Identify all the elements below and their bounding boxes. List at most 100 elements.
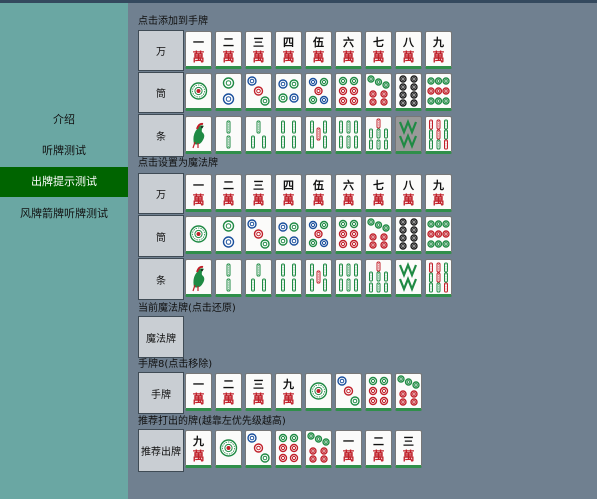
add-tile-tong-6[interactable] — [335, 73, 362, 111]
magic-tile-tong-2[interactable] — [215, 216, 242, 254]
add-tile-tong-3[interactable] — [245, 73, 272, 111]
wan-character: 萬 — [192, 449, 205, 463]
tiao-1-face-icon — [192, 122, 205, 149]
tiao-4-face-icon — [281, 120, 296, 149]
recommend-tile-wan-2[interactable]: 二萬 — [365, 430, 392, 468]
recommend-tile-tong-7[interactable] — [305, 430, 332, 468]
add-tile-tong-4[interactable] — [275, 73, 302, 111]
magic-tile-wan-8[interactable]: 八萬 — [395, 174, 422, 212]
magic-tile-tiao-6[interactable] — [335, 259, 362, 297]
hand-tile-wan-9[interactable]: 九萬 — [275, 373, 302, 411]
recommend-label: 推荐出牌 — [138, 429, 184, 472]
add-tile-wan-6[interactable]: 六萬 — [335, 31, 362, 69]
magic-tile-tiao-4[interactable] — [275, 259, 302, 297]
magic-tile-tong-9[interactable] — [425, 216, 452, 254]
tong-1-face-icon — [189, 225, 208, 243]
hand-tile-tong-7[interactable] — [395, 373, 422, 411]
magic-tile-wan-5[interactable]: 伍萬 — [305, 174, 332, 212]
hand-title: 手牌8(点击移除) — [138, 359, 213, 370]
magic-tile-tong-3[interactable] — [245, 216, 272, 254]
add-tile-wan-9[interactable]: 九萬 — [425, 31, 452, 69]
tong-9-face-icon — [427, 220, 450, 248]
wan-character: 萬 — [342, 449, 355, 463]
magic-tile-wan-1[interactable]: 一萬 — [185, 174, 212, 212]
add-tile-tong-2[interactable] — [215, 73, 242, 111]
tiao-9-face-icon — [429, 262, 448, 293]
magic-tile-tiao-2[interactable] — [215, 259, 242, 297]
wan-character: 萬 — [342, 193, 355, 207]
add-tile-wan-2[interactable]: 二萬 — [215, 31, 242, 69]
magic-tile-tong-5[interactable] — [305, 216, 332, 254]
recommend-tile-tong-6[interactable] — [275, 430, 302, 468]
magic-tile-tong-1[interactable] — [185, 216, 212, 254]
hand-tile-tong-6[interactable] — [365, 373, 392, 411]
add-tile-wan-8[interactable]: 八萬 — [395, 31, 422, 69]
magic-tile-wan-2[interactable]: 二萬 — [215, 174, 242, 212]
magic-tile-tiao-7[interactable] — [365, 259, 392, 297]
add-tile-tong-9[interactable] — [425, 73, 452, 111]
magic-tile-tiao-1[interactable] — [185, 259, 212, 297]
tong-2-face-icon — [222, 220, 235, 248]
magic-tile-tiao-8[interactable] — [395, 259, 422, 297]
add-tile-tiao-7[interactable] — [365, 116, 392, 154]
hand-tile-tong-1[interactable] — [305, 373, 332, 411]
hand-tile-tong-3[interactable] — [335, 373, 362, 411]
recommend-tile-wan-1[interactable]: 一萬 — [335, 430, 362, 468]
wan-character: 萬 — [222, 392, 235, 406]
add-tile-wan-7[interactable]: 七萬 — [365, 31, 392, 69]
tong-3-face-icon — [247, 76, 270, 106]
magic-tile-tiao-5[interactable] — [305, 259, 332, 297]
add-tile-tiao-1[interactable] — [185, 116, 212, 154]
sidebar-item-ting-test[interactable]: 听牌测试 — [0, 136, 128, 166]
add-tile-tong-8[interactable] — [395, 73, 422, 111]
magic-tile-tong-8[interactable] — [395, 216, 422, 254]
hand-tile-wan-3[interactable]: 三萬 — [245, 373, 272, 411]
add-tile-tong-1[interactable] — [185, 73, 212, 111]
hand-tile-wan-1[interactable]: 一萬 — [185, 373, 212, 411]
magic-tile-wan-9[interactable]: 九萬 — [425, 174, 452, 212]
add-tile-wan-1[interactable]: 一萬 — [185, 31, 212, 69]
magic-tile-tiao-3[interactable] — [245, 259, 272, 297]
wan-character: 萬 — [312, 50, 325, 64]
tong-9-face-icon — [427, 77, 450, 105]
sidebar-item-honor-ting-test[interactable]: 风牌箭牌听牌测试 — [0, 199, 128, 229]
recommend-tile-tong-1[interactable] — [215, 430, 242, 468]
magic-tile-tong-4[interactable] — [275, 216, 302, 254]
current-magic-slot[interactable]: 魔法牌 — [138, 316, 184, 358]
magic-tile-wan-7[interactable]: 七萬 — [365, 174, 392, 212]
sidebar-item-discard-hint-test[interactable]: 出牌提示测试 — [0, 167, 128, 197]
recommend-title: 推荐打出的牌(越靠左优先级越高) — [138, 416, 286, 427]
add-tile-tong-5[interactable] — [305, 73, 332, 111]
add-tile-tiao-3[interactable] — [245, 116, 272, 154]
add-tile-tiao-8[interactable] — [395, 116, 422, 154]
add-tile-tiao-9[interactable] — [425, 116, 452, 154]
magic-tile-wan-3[interactable]: 三萬 — [245, 174, 272, 212]
recommend-tile-wan-9[interactable]: 九萬 — [185, 430, 212, 468]
add-tile-tiao-4[interactable] — [275, 116, 302, 154]
magic-section-title: 点击设置为魔法牌 — [138, 158, 218, 169]
add-tile-wan-4[interactable]: 四萬 — [275, 31, 302, 69]
add-tile-wan-3[interactable]: 三萬 — [245, 31, 272, 69]
tiao-2-face-icon — [226, 263, 231, 292]
tong-1-face-icon — [189, 82, 208, 100]
add-tile-tiao-2[interactable] — [215, 116, 242, 154]
wan-character: 萬 — [192, 392, 205, 406]
hand-tile-wan-2[interactable]: 二萬 — [215, 373, 242, 411]
sidebar-item-intro[interactable]: 介绍 — [0, 105, 128, 135]
wan-character: 萬 — [252, 193, 265, 207]
magic-tile-tong-6[interactable] — [335, 216, 362, 254]
wan-character: 萬 — [222, 193, 235, 207]
wan-character: 萬 — [222, 50, 235, 64]
add-tile-tiao-6[interactable] — [335, 116, 362, 154]
magic-tile-tong-7[interactable] — [365, 216, 392, 254]
recommend-tile-tong-3[interactable] — [245, 430, 272, 468]
add-tile-tiao-5[interactable] — [305, 116, 332, 154]
magic-tile-wan-6[interactable]: 六萬 — [335, 174, 362, 212]
magic-tile-tiao-9[interactable] — [425, 259, 452, 297]
recommend-tile-wan-3[interactable]: 三萬 — [395, 430, 422, 468]
magic-tile-wan-4[interactable]: 四萬 — [275, 174, 302, 212]
tong-6-face-icon — [368, 376, 389, 406]
add-tile-wan-5[interactable]: 伍萬 — [305, 31, 332, 69]
tiao-8-face-icon — [398, 119, 418, 149]
add-tile-tong-7[interactable] — [365, 73, 392, 111]
